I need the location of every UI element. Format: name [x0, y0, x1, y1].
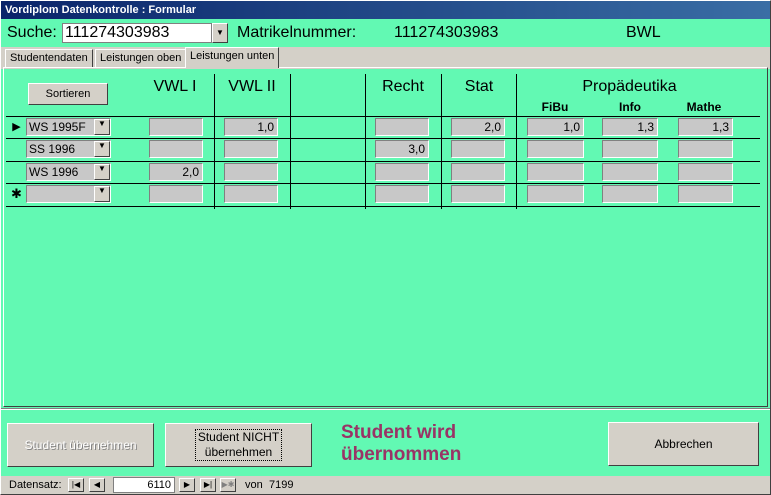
sort-button[interactable]: Sortieren	[28, 83, 108, 105]
col-header-fibu: FiBu	[541, 100, 569, 114]
chevron-down-icon: ▼	[216, 28, 224, 37]
chevron-down-icon[interactable]: ▼	[94, 119, 110, 135]
nav-of-label: von	[245, 479, 263, 491]
grade-recht[interactable]	[375, 163, 429, 181]
reject-student-button[interactable]: Student NICHT übernehmen	[165, 423, 312, 467]
record-pointer-icon[interactable]: ▶	[8, 117, 25, 137]
tab-strip: Studentendaten Leistungen oben Leistunge…	[1, 47, 770, 69]
grade-info[interactable]	[602, 163, 658, 181]
nav-label: Datensatz:	[9, 479, 62, 491]
grade-mathe[interactable]	[678, 163, 733, 181]
grade-stat[interactable]	[451, 185, 505, 203]
tab-leistungen-oben[interactable]: Leistungen oben	[95, 49, 187, 67]
col-header-vwl2: VWL II	[228, 78, 276, 95]
status-line2: übernommen	[341, 444, 462, 465]
grade-vwl2[interactable]: 1,0	[224, 118, 278, 136]
program-label: BWL	[626, 24, 661, 41]
grade-mathe[interactable]	[678, 140, 733, 158]
next-record-icon[interactable]: ▶	[179, 478, 195, 492]
semester-select[interactable]: SS 1996 ▼	[26, 140, 111, 158]
col-header-mathe: Mathe	[686, 100, 722, 114]
record-selector[interactable]	[8, 162, 25, 182]
row-divider	[6, 206, 760, 207]
grade-info[interactable]	[602, 185, 658, 203]
chevron-down-icon[interactable]: ▼	[94, 141, 110, 157]
table-row: WS 1996 ▼ 2,0	[1, 162, 770, 183]
grade-fibu[interactable]	[527, 163, 584, 181]
grade-info[interactable]	[602, 140, 658, 158]
grade-fibu[interactable]	[527, 185, 584, 203]
tab-studentendaten[interactable]: Studentendaten	[5, 49, 93, 67]
accept-student-button[interactable]: Student übernehmen	[7, 423, 154, 467]
grade-vwl1[interactable]	[149, 185, 203, 203]
new-record-nav-icon[interactable]: ▶✱	[220, 478, 236, 492]
grade-recht[interactable]	[375, 185, 429, 203]
record-number-input[interactable]: 6110	[113, 477, 175, 493]
grade-vwl2[interactable]	[224, 140, 278, 158]
chevron-down-icon[interactable]: ▼	[94, 164, 110, 180]
search-label: Suche:	[7, 24, 57, 41]
semester-select[interactable]: WS 1995F ▼	[26, 118, 111, 136]
grade-vwl2[interactable]	[224, 185, 278, 203]
grade-fibu[interactable]	[527, 140, 584, 158]
tab-leistungen-unten[interactable]: Leistungen unten	[185, 47, 280, 68]
status-line1: Student wird	[341, 422, 457, 443]
grade-stat[interactable]	[451, 140, 505, 158]
first-record-icon[interactable]: |◀	[68, 478, 84, 492]
grade-mathe[interactable]	[678, 185, 733, 203]
grade-info[interactable]: 1,3	[602, 118, 658, 136]
new-record-icon[interactable]: ✱	[8, 184, 25, 204]
reject-button-line1: Student NICHT	[197, 430, 280, 444]
form-window: Vordiplom Datenkontrolle : Formular Such…	[0, 0, 771, 495]
record-navigator: Datensatz: |◀ ◀ 6110 ▶ ▶| ▶✱ von 7199	[1, 476, 770, 494]
grade-fibu[interactable]: 1,0	[527, 118, 584, 136]
grade-recht[interactable]: 3,0	[375, 140, 429, 158]
matrikel-value: 111274303983	[394, 24, 499, 41]
prev-record-icon[interactable]: ◀	[89, 478, 105, 492]
matrikel-label: Matrikelnummer:	[237, 24, 357, 41]
grade-recht[interactable]	[375, 118, 429, 136]
record-selector[interactable]	[8, 139, 25, 159]
status-message: Student wird übernommen	[341, 422, 461, 466]
col-header-recht: Recht	[382, 78, 424, 95]
semester-select[interactable]: WS 1996 ▼	[26, 163, 111, 181]
search-dropdown-button[interactable]: ▼	[212, 23, 228, 43]
nav-total: 7199	[269, 479, 294, 491]
reject-button-line2: übernehmen	[204, 445, 273, 459]
col-header-info: Info	[619, 100, 641, 114]
last-record-icon[interactable]: ▶|	[200, 478, 216, 492]
grade-mathe[interactable]: 1,3	[678, 118, 733, 136]
cancel-button[interactable]: Abbrechen	[608, 422, 759, 466]
table-row: ✱ ▼	[1, 184, 770, 205]
table-row: ▶ WS 1995F ▼ 1,0 2,0 1,0 1,3 1,3	[1, 117, 770, 138]
search-input[interactable]: 111274303983	[62, 23, 212, 43]
chevron-down-icon[interactable]: ▼	[94, 186, 110, 202]
col-header-propaedeutika: Propädeutika	[582, 78, 677, 95]
table-row: SS 1996 ▼ 3,0	[1, 139, 770, 160]
col-header-vwl1: VWL I	[153, 78, 197, 95]
grade-vwl2[interactable]	[224, 163, 278, 181]
col-header-stat: Stat	[464, 78, 494, 95]
grade-vwl1[interactable]	[149, 140, 203, 158]
semester-select[interactable]: ▼	[26, 185, 111, 203]
grade-vwl1[interactable]: 2,0	[149, 163, 203, 181]
grade-stat[interactable]	[451, 163, 505, 181]
title-bar: Vordiplom Datenkontrolle : Formular	[1, 1, 770, 19]
grade-stat[interactable]: 2,0	[451, 118, 505, 136]
grade-vwl1[interactable]	[149, 118, 203, 136]
section-divider	[1, 408, 770, 410]
